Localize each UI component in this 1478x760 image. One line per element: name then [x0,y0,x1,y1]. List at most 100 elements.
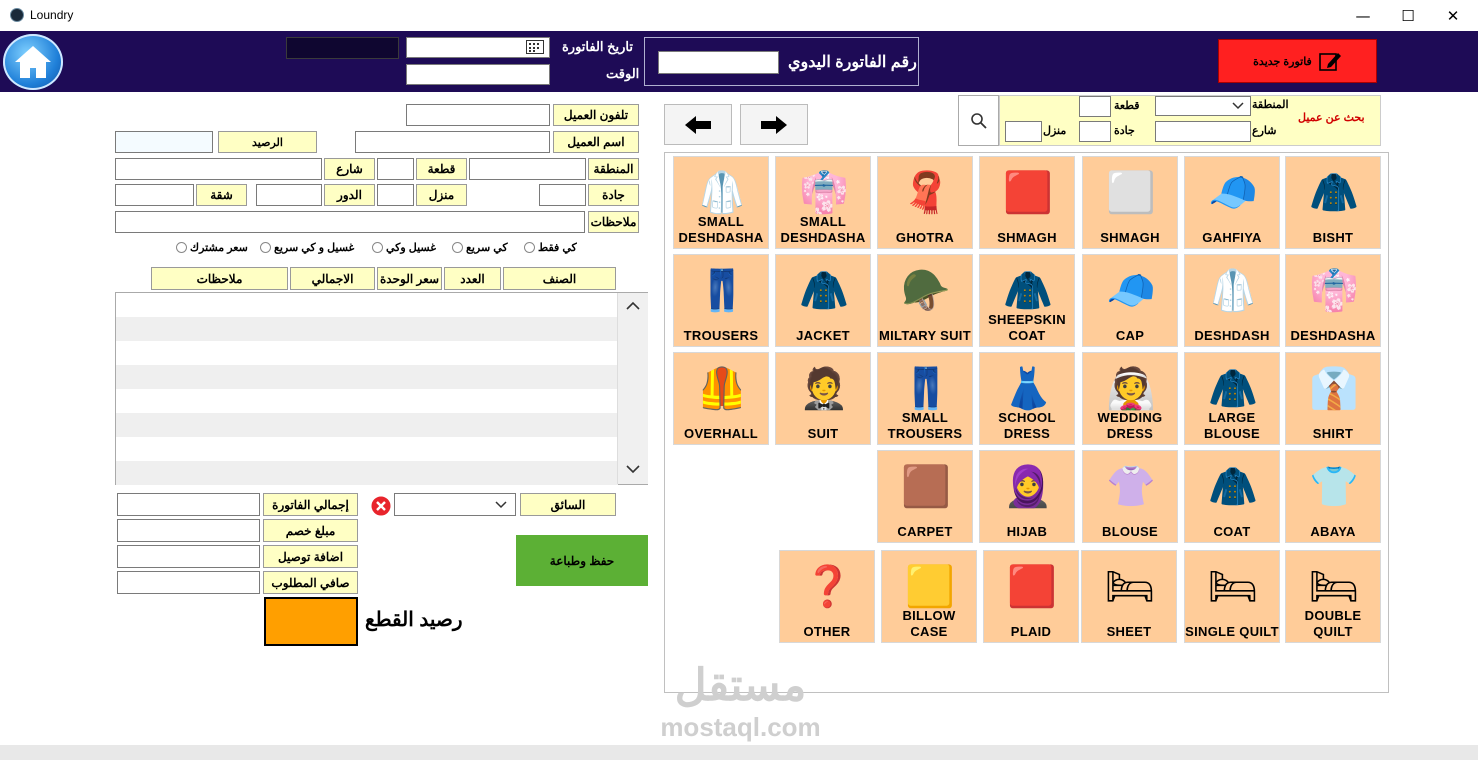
item-tile[interactable]: 🤵 SUIT [775,352,871,445]
item-tile[interactable]: 👘 SMALL DESHDASHA [775,156,871,249]
balance-input[interactable] [115,131,213,153]
radio-shared-price[interactable]: سعر مشترك [176,241,248,254]
item-tile[interactable]: 🦺 OVERHALL [673,352,769,445]
save-print-button[interactable]: حفظ وطباعة [516,535,648,586]
item-tile[interactable]: 👖 TROUSERS [673,254,769,347]
discount-input[interactable] [117,519,260,542]
radio-wash-iron[interactable]: غسيل وكي [372,241,436,254]
chevron-up-icon[interactable] [626,301,640,311]
house-input[interactable] [377,184,414,206]
new-invoice-button[interactable]: فاتورة جديدة [1218,39,1377,83]
region-input[interactable] [469,158,586,180]
floor-input[interactable] [256,184,322,206]
search-house-input[interactable] [1005,121,1042,142]
notes-input[interactable] [115,211,585,233]
column-header-unit-price[interactable]: سعر الوحدة [377,267,442,290]
customer-phone-input[interactable] [406,104,550,126]
search-street-input[interactable] [1155,121,1251,142]
customer-name-input[interactable] [355,131,550,153]
close-button[interactable]: ✕ [1430,0,1476,31]
item-label: BISHT [1312,230,1354,245]
radio-iron-only[interactable]: كي فقط [524,241,577,254]
item-tile[interactable]: 👚 BLOUSE [1082,450,1178,543]
search-button[interactable] [958,95,999,146]
radio-label: غسيل و كي سريع [274,242,355,254]
radio-fast-wash-iron[interactable]: غسيل و كي سريع [260,241,354,254]
column-header-quantity[interactable]: العدد [444,267,501,290]
home-button[interactable] [3,34,63,90]
table-row[interactable] [116,413,618,437]
block-label: قطعة [416,158,467,180]
item-image-icon: 🧥 [1309,170,1359,215]
item-tile[interactable]: 🛏 SINGLE QUILT [1184,550,1280,643]
block-input[interactable] [377,158,414,180]
item-tile[interactable]: 🧢 GAHFIYA [1184,156,1280,249]
item-tile[interactable]: 🧕 HIJAB [979,450,1075,543]
item-tile[interactable]: 🧥 LARGE BLOUSE [1184,352,1280,445]
search-avenue-input[interactable] [1079,121,1111,142]
grid-scrollbar[interactable] [617,293,648,484]
previous-button[interactable] [664,104,732,145]
item-tile[interactable]: 🧥 COAT [1184,450,1280,543]
table-row[interactable] [116,341,618,365]
chevron-down-icon[interactable] [626,464,640,474]
item-tile[interactable]: ❓ OTHER [779,550,875,643]
table-row[interactable] [116,293,618,317]
item-tile[interactable]: 🛏 SHEET [1081,550,1177,643]
table-row[interactable] [116,365,618,389]
net-amount-input[interactable] [117,571,260,594]
radio-fast-iron[interactable]: كي سريع [452,241,508,254]
column-header-notes[interactable]: ملاحظات [151,267,288,290]
item-label: OTHER [803,624,851,639]
item-tile[interactable]: 👘 DESHDASHA [1285,254,1381,347]
table-row[interactable] [116,317,618,341]
column-header-total[interactable]: الاجمالي [290,267,375,290]
item-tile[interactable]: ⬜ SHMAGH [1082,156,1178,249]
minimize-button[interactable]: — [1340,0,1386,31]
search-block-input[interactable] [1079,96,1111,117]
invoice-items-grid[interactable] [115,292,648,485]
item-tile[interactable]: 🧥 JACKET [775,254,871,347]
search-region-select[interactable] [1155,96,1251,116]
avenue-input[interactable] [539,184,586,206]
item-tile[interactable]: 🟨 BILLOW CASE [881,550,977,643]
item-tile[interactable]: 🧢 CAP [1082,254,1178,347]
item-tile[interactable]: 🥼 DESHDASH [1184,254,1280,347]
calendar-icon[interactable] [523,38,547,56]
manual-invoice-input[interactable] [658,51,779,74]
delivery-input[interactable] [117,545,260,568]
invoice-total-input[interactable] [117,493,260,516]
item-tile[interactable]: 🛏 DOUBLE QUILT [1285,550,1381,643]
clear-driver-button[interactable] [370,495,392,520]
edit-icon [1319,53,1341,71]
item-tile[interactable]: 🧣 GHOTRA [877,156,973,249]
item-tile[interactable]: 🥼 SMALL DESHDASHA [673,156,769,249]
street-input[interactable] [115,158,322,180]
maximize-button[interactable]: ☐ [1385,0,1431,31]
item-tile[interactable]: 🟫 CARPET [877,450,973,543]
item-label: CAP [1115,328,1145,343]
item-tile[interactable]: 👕 ABAYA [1285,450,1381,543]
item-tile[interactable]: 👰 WEDDING DRESS [1082,352,1178,445]
item-tile[interactable]: 🪖 MILTARY SUIT [877,254,973,347]
table-row[interactable] [116,389,618,413]
item-tile[interactable]: 🧥 BISHT [1285,156,1381,249]
item-tile[interactable]: 👗 SCHOOL DRESS [979,352,1075,445]
item-label: ABAYA [1310,524,1356,539]
delivery-label: اضافة توصيل [263,545,358,568]
table-row[interactable] [116,461,618,485]
driver-select[interactable] [394,493,516,516]
item-tile[interactable]: 🟥 SHMAGH [979,156,1075,249]
table-row[interactable] [116,437,618,461]
item-label: HIJAB [1006,524,1048,539]
column-header-item[interactable]: الصنف [503,267,616,290]
time-input[interactable] [406,64,550,85]
apartment-input[interactable] [115,184,194,206]
next-button[interactable] [740,104,808,145]
item-tile[interactable]: 🧥 SHEEPSKIN COAT [979,254,1075,347]
apartment-label: شقة [196,184,247,206]
item-tile[interactable]: 👖 SMALL TROUSERS [877,352,973,445]
item-tile[interactable]: 👔 SHIRT [1285,352,1381,445]
item-tile[interactable]: 🟥 PLAID [983,550,1079,643]
notes-label: ملاحظات [588,211,639,233]
